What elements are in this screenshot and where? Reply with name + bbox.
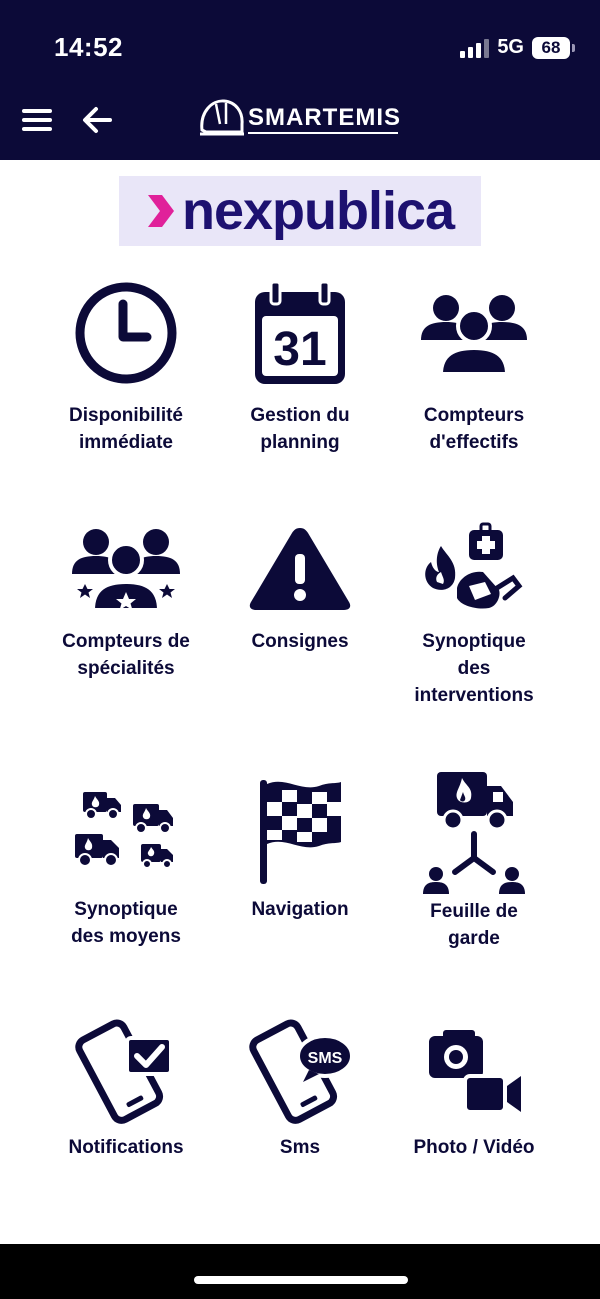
- menu-item-specialites[interactable]: Compteurs de spécialités: [36, 522, 216, 682]
- menu-item-interventions[interactable]: Synoptique des interventions: [384, 522, 564, 709]
- menu-item-navigation[interactable]: Navigation: [210, 772, 390, 923]
- menu-label: Synoptique des moyens: [71, 899, 181, 947]
- menu-item-disponibilite[interactable]: Disponibilité immédiate: [36, 278, 216, 456]
- home-indicator[interactable]: [194, 1276, 408, 1284]
- menu-item-moyens[interactable]: Synoptique des moyens: [36, 772, 216, 950]
- phone-sms-icon: SMS: [249, 1019, 354, 1124]
- menu-label: Consignes: [251, 631, 349, 652]
- menu-item-effectifs[interactable]: Compteurs d'effectifs: [384, 278, 564, 456]
- menu-label: Sms: [279, 1137, 321, 1158]
- menu-label: Compteurs d'effectifs: [423, 405, 525, 453]
- calendar-icon: 31: [255, 280, 345, 384]
- checkered-flag-icon: [260, 780, 341, 884]
- people-stars-icon: [72, 529, 180, 612]
- app-logo: SMARTEMIS: [196, 94, 406, 144]
- menu-item-photo-video[interactable]: Photo / Vidéo: [384, 1018, 564, 1161]
- menu-label: Gestion du planning: [250, 405, 350, 453]
- hamburger-menu-icon[interactable]: [18, 100, 58, 140]
- logo-underline: [248, 132, 398, 134]
- interventions-icon: [425, 522, 523, 609]
- trucks-fleet-icon: [75, 792, 173, 869]
- network-type: 5G: [497, 36, 524, 58]
- battery-icon: 68: [532, 36, 575, 59]
- back-arrow-icon[interactable]: [78, 100, 118, 140]
- helmet-icon: [200, 99, 244, 136]
- menu-label: Notifications: [68, 1137, 184, 1158]
- status-indicators: 5G 68: [460, 36, 575, 59]
- app-header: 14:52 5G 68 SMARTEMIS: [0, 0, 600, 160]
- clock-icon: [75, 282, 177, 384]
- brand-banner: nexpublica: [119, 176, 481, 246]
- menu-item-sms[interactable]: SMS Sms: [210, 1018, 390, 1161]
- menu-item-consignes[interactable]: Consignes: [210, 522, 390, 655]
- camera-video-icon: [429, 1030, 521, 1114]
- menu-label: Feuille de garde: [430, 901, 518, 949]
- menu-label: Disponibilité immédiate: [69, 405, 183, 453]
- calendar-day: 31: [273, 323, 326, 376]
- menu-label: Compteurs de spécialités: [62, 631, 190, 679]
- status-time: 14:52: [54, 32, 123, 62]
- bottom-bar: [0, 1244, 600, 1299]
- brand-chevron-icon: [147, 195, 174, 227]
- menu-item-feuille-garde[interactable]: Feuille de garde: [384, 772, 564, 952]
- app-name: SMARTEMIS: [248, 104, 401, 131]
- menu-item-planning[interactable]: 31 Gestion du planning: [210, 278, 390, 456]
- brand-name: nexpublica: [181, 181, 455, 241]
- warning-triangle-icon: [249, 528, 351, 610]
- menu-label: Navigation: [251, 899, 349, 920]
- sms-bubble-text: SMS: [308, 1050, 343, 1067]
- phone-check-icon: [75, 1019, 173, 1124]
- menu-label: Synoptique des interventions: [414, 631, 534, 706]
- people-group-icon: [421, 295, 527, 376]
- menu-label: Photo / Vidéo: [413, 1137, 535, 1158]
- truck-network-icon: [423, 772, 525, 894]
- menu-item-notifications[interactable]: Notifications: [36, 1018, 216, 1161]
- signal-icon: [460, 38, 490, 58]
